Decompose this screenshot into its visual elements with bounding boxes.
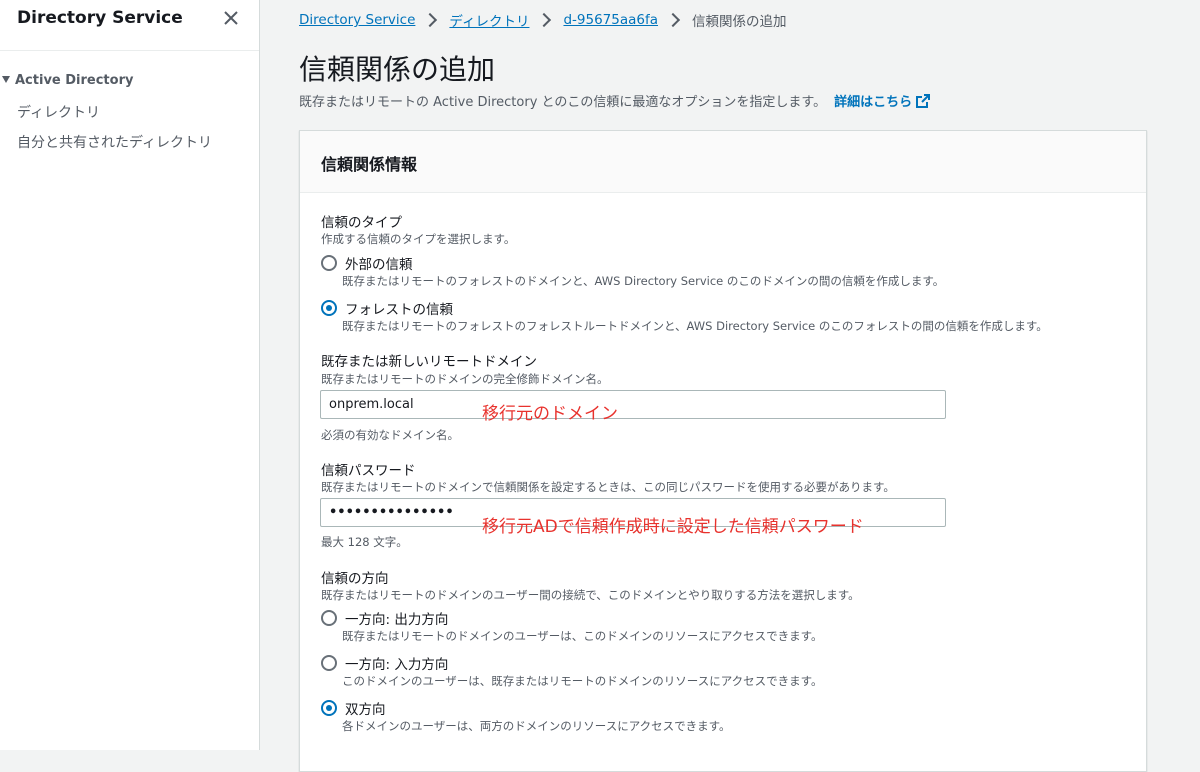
radio-button[interactable]	[321, 255, 337, 271]
learn-more-link[interactable]: 詳細はこちら	[834, 94, 931, 110]
page-title: 信頼関係の追加	[299, 53, 496, 86]
trust-password-hint: 最大 128 文字。	[321, 535, 408, 549]
main-content: Directory Service ディレクトリ d-95675aa6fa 信頼…	[261, 0, 1200, 772]
radio-label: 双方向	[345, 702, 386, 718]
learn-more-label[interactable]: 詳細はこちら	[834, 95, 912, 110]
trust-type-description: 作成する信頼のタイプを選択します。	[321, 232, 516, 246]
trust-direction-description: 既存またはリモートのドメインのユーザー間の接続で、このドメインとやり取りする方法…	[321, 588, 860, 602]
radio-label: 外部の信頼	[345, 257, 413, 273]
radio-two-way[interactable]: 双方向	[321, 698, 386, 718]
sidebar-item-directories[interactable]: ディレクトリ	[17, 102, 100, 122]
sidebar-section-label: Active Directory	[15, 73, 134, 88]
radio-description: 既存またはリモートのフォレストのドメインと、AWS Directory Serv…	[342, 274, 945, 288]
trust-direction-label: 信頼の方向	[321, 571, 389, 587]
sidebar: Directory Service Active Directory ディレクト…	[0, 0, 260, 750]
chevron-right-icon	[665, 12, 681, 28]
radio-description: 既存またはリモートのフォレストのフォレストルートドメインと、AWS Direct…	[342, 319, 1048, 333]
radio-one-way-outgoing[interactable]: 一方向: 出力方向	[321, 608, 448, 628]
trust-type-label: 信頼のタイプ	[321, 215, 402, 231]
trust-password-label: 信頼パスワード	[321, 463, 416, 479]
radio-label: フォレストの信頼	[345, 302, 453, 318]
breadcrumb-current: 信頼関係の追加	[692, 14, 787, 30]
annotation-source-domain: 移行元のドメイン	[482, 404, 618, 424]
caret-down-icon	[2, 76, 10, 83]
panel-title: 信頼関係情報	[321, 155, 418, 174]
breadcrumb: Directory Service ディレクトリ d-95675aa6fa 信頼…	[299, 10, 787, 30]
chevron-right-icon	[537, 12, 552, 28]
trust-info-panel: 信頼関係情報 信頼のタイプ 作成する信頼のタイプを選択します。 外部の信頼 既存…	[299, 130, 1147, 772]
radio-description: このドメインのユーザーは、既存またはリモートのドメインのリソースにアクセスできま…	[342, 674, 823, 688]
panel-header: 信頼関係情報	[300, 131, 1146, 193]
radio-one-way-incoming[interactable]: 一方向: 入力方向	[321, 653, 448, 673]
breadcrumb-directory-service[interactable]: Directory Service	[299, 12, 415, 28]
radio-button[interactable]	[321, 655, 337, 671]
radio-external-trust[interactable]: 外部の信頼	[321, 253, 413, 273]
radio-description: 既存またはリモートのドメインのユーザーは、このドメインのリソースにアクセスできま…	[342, 629, 823, 643]
radio-button[interactable]	[321, 700, 337, 716]
sidebar-header: Directory Service	[0, 0, 259, 51]
radio-button[interactable]	[321, 300, 337, 316]
remote-domain-description: 既存またはリモートのドメインの完全修飾ドメイン名。	[321, 372, 609, 386]
radio-button[interactable]	[321, 610, 337, 626]
sidebar-title[interactable]: Directory Service	[17, 8, 183, 28]
sidebar-item-shared-directories[interactable]: 自分と共有されたディレクトリ	[17, 132, 212, 152]
annotation-trust-password: 移行元ADで信頼作成時に設定した信頼パスワード	[482, 517, 864, 537]
remote-domain-hint: 必須の有効なドメイン名。	[321, 428, 459, 442]
remote-domain-input[interactable]: onprem.local	[320, 390, 946, 419]
breadcrumb-directories[interactable]: ディレクトリ	[449, 10, 529, 30]
breadcrumb-directory-id[interactable]: d-95675aa6fa	[563, 12, 658, 28]
page-description: 既存またはリモートの Active Directory とのこの信頼に最適なオプ…	[299, 91, 931, 110]
radio-label: 一方向: 入力方向	[345, 657, 449, 673]
remote-domain-label: 既存または新しいリモートドメイン	[321, 354, 537, 370]
chevron-right-icon	[423, 12, 438, 28]
close-icon[interactable]	[222, 9, 240, 27]
sidebar-section-active-directory[interactable]: Active Directory	[0, 73, 133, 88]
radio-description: 各ドメインのユーザーは、両方のドメインのリソースにアクセスできます。	[342, 719, 731, 733]
radio-label: 一方向: 出力方向	[345, 612, 449, 628]
radio-forest-trust[interactable]: フォレストの信頼	[321, 298, 453, 318]
trust-password-description: 既存またはリモートのドメインで信頼関係を設定するときは、この同じパスワードを使用…	[321, 480, 895, 494]
page-description-text: 既存またはリモートの Active Directory とのこの信頼に最適なオプ…	[299, 95, 827, 110]
external-link-icon[interactable]	[916, 94, 931, 108]
